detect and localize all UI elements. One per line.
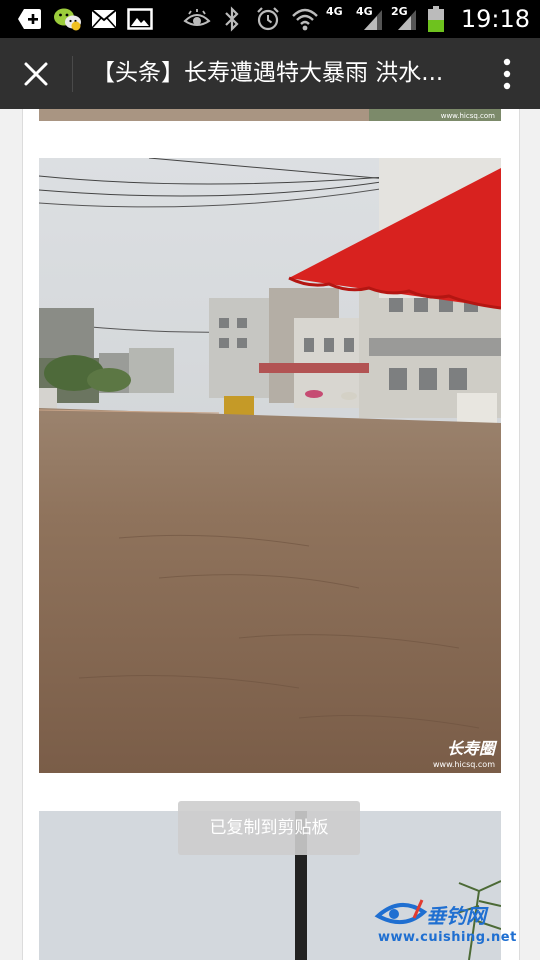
- wifi-icon: [290, 6, 320, 32]
- signal-icon: [396, 6, 418, 32]
- status-time: 19:18: [460, 5, 530, 33]
- close-button[interactable]: [0, 38, 72, 109]
- more-vertical-icon: [503, 58, 511, 89]
- photo-brand-watermark: 长寿圈: [446, 739, 495, 758]
- flood-photo[interactable]: 长寿圈 www.hicsq.com: [39, 158, 501, 773]
- mail-icon: [90, 6, 118, 32]
- article-photo[interactable]: www.hicsq.com: [39, 109, 501, 121]
- app-header: 【头条】长寿遭遇特大暴雨 洪水...: [0, 38, 540, 109]
- more-button[interactable]: [492, 38, 522, 109]
- page-title: 【头条】长寿遭遇特大暴雨 洪水...: [92, 60, 444, 86]
- alarm-icon: [254, 6, 282, 32]
- photo-watermark: www.hicsq.com: [440, 112, 495, 120]
- photo-brand-url: www.hicsq.com: [432, 760, 495, 769]
- toast-message: 已复制到剪贴板: [178, 801, 360, 855]
- screen: 4G 4G 2G 19:18 【头条】长寿遭遇特大暴雨 洪水... www.hi…: [0, 0, 540, 960]
- wechat-icon: [52, 6, 84, 32]
- close-icon: [24, 62, 48, 85]
- eye-icon: [183, 6, 211, 32]
- signal-icon: [362, 6, 384, 32]
- site-watermark-url: www.cuishing.net: [378, 930, 517, 945]
- status-bar: 4G 4G 2G 19:18: [0, 0, 540, 38]
- fish-logo-icon: [374, 899, 428, 924]
- battery-icon: [426, 6, 446, 32]
- image-icon: [126, 6, 154, 32]
- network-type-label: 4G: [326, 5, 343, 18]
- add-icon: [16, 6, 44, 32]
- site-watermark-name: 垂钓网: [426, 904, 486, 928]
- header-divider: [72, 56, 73, 92]
- bluetooth-icon: [221, 6, 243, 32]
- site-watermark: 垂钓网 www.cuishing.net: [374, 894, 534, 954]
